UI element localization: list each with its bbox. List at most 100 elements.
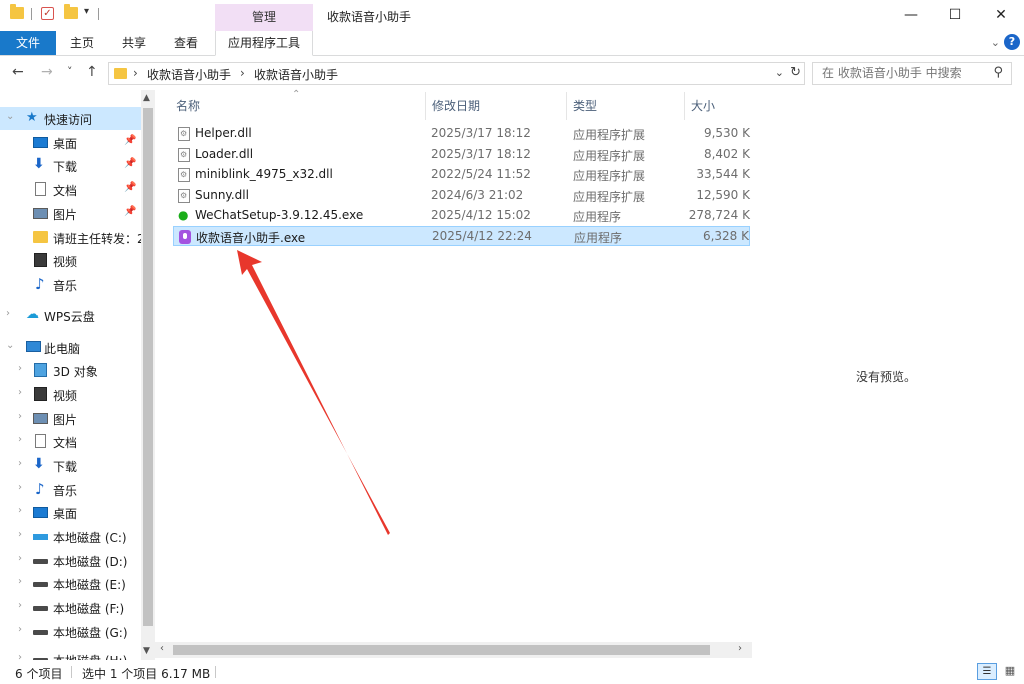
sidebar-item-drive-f[interactable]: › 本地磁盘 (F:) — [0, 596, 141, 619]
chevron-right-icon[interactable]: › — [18, 529, 22, 540]
file-row[interactable]: Sunny.dll 2024/6/3 21:02 应用程序扩展 12,590 K — [173, 186, 750, 206]
sidebar-item-drive-h[interactable]: › 本地磁盘 (H:) — [0, 648, 141, 660]
status-bar: 6 个项目 选中 1 个项目 6.17 MB ☰ ▦ — [0, 660, 1024, 684]
close-button[interactable]: ✕ — [978, 0, 1024, 31]
sidebar-item-drive-d[interactable]: › 本地磁盘 (D:) — [0, 549, 141, 572]
column-header-date[interactable]: 修改日期 — [432, 97, 480, 114]
chevron-down-icon[interactable]: ⌄ — [775, 66, 784, 79]
search-input[interactable] — [822, 66, 990, 80]
chevron-right-icon[interactable]: › — [18, 505, 22, 516]
download-icon: ⬇ — [33, 456, 45, 472]
sidebar-item-drive-g[interactable]: › 本地磁盘 (G:) — [0, 620, 141, 643]
chevron-right-icon[interactable]: › — [18, 652, 22, 660]
breadcrumb-segment[interactable]: 收款语音小助手 — [147, 66, 231, 83]
sidebar-item-drive-c[interactable]: › 本地磁盘 (C:) — [0, 525, 141, 548]
scrollbar-thumb[interactable] — [173, 645, 710, 655]
sidebar-item-pc-documents[interactable]: › 文档 — [0, 430, 141, 453]
chevron-right-icon[interactable]: › — [18, 482, 22, 493]
large-icons-view-icon[interactable]: ▦ — [1001, 663, 1019, 680]
column-divider[interactable] — [566, 92, 567, 120]
chevron-right-icon[interactable]: › — [738, 643, 742, 654]
sidebar-item-wps-cloud[interactable]: › ☁ WPS云盘 — [0, 304, 141, 327]
sidebar-item-downloads[interactable]: ⬇ 下载 📌 — [0, 154, 141, 177]
sidebar-item-3d-objects[interactable]: › 3D 对象 — [0, 359, 141, 382]
sidebar-item-this-pc[interactable]: ⌄ 此电脑 — [0, 336, 141, 359]
search-box[interactable]: ⚲ — [812, 62, 1012, 85]
chevron-right-icon[interactable]: › — [240, 66, 245, 80]
file-row[interactable]: miniblink_4975_x32.dll 2022/5/24 11:52 应… — [173, 165, 750, 185]
column-header-type[interactable]: 类型 — [573, 97, 597, 114]
chevron-right-icon[interactable]: › — [18, 576, 22, 587]
ribbon-tabs: 文件 主页 共享 查看 应用程序工具 ⌄ ? — [0, 31, 1024, 56]
sidebar-item-label: 音乐 — [53, 484, 78, 498]
chevron-right-icon[interactable]: › — [18, 363, 22, 374]
system-drive-icon — [33, 534, 48, 540]
column-header-size[interactable]: 大小 — [691, 97, 715, 114]
sidebar-item-pc-music[interactable]: › ♪ 音乐 — [0, 478, 141, 501]
sidebar-item-pc-desktop[interactable]: › 桌面 — [0, 501, 141, 524]
sidebar-item-music[interactable]: ♪ 音乐 — [0, 273, 141, 296]
sidebar-item-folder[interactable]: 请班主任转发：2 — [0, 226, 145, 249]
sidebar-item-pc-videos[interactable]: › 视频 — [0, 383, 141, 406]
recent-locations-button[interactable]: ˅ — [67, 65, 73, 78]
chevron-left-icon[interactable]: ‹ — [160, 643, 164, 654]
cube-icon — [34, 363, 47, 377]
tab-share[interactable]: 共享 — [116, 31, 152, 55]
forward-button[interactable]: → — [41, 64, 53, 80]
sidebar-item-label: 3D 对象 — [53, 365, 98, 379]
sidebar-item-documents[interactable]: 文档 📌 — [0, 178, 141, 201]
column-header-name[interactable]: 名称 — [176, 97, 200, 114]
column-divider[interactable] — [425, 92, 426, 120]
sidebar-scrollbar[interactable]: ▲ ▼ — [141, 90, 155, 660]
drive-icon — [33, 606, 48, 611]
sidebar-item-pc-pictures[interactable]: › 图片 — [0, 407, 141, 430]
file-row[interactable]: ● WeChatSetup-3.9.12.45.exe 2025/4/12 15… — [173, 206, 750, 226]
new-folder-icon[interactable] — [64, 4, 78, 19]
sidebar-item-pictures[interactable]: 图片 📌 — [0, 202, 141, 225]
column-divider[interactable] — [684, 92, 685, 120]
breadcrumb-segment[interactable]: 收款语音小助手 — [254, 66, 338, 83]
tab-file[interactable]: 文件 — [0, 31, 56, 55]
sidebar-item-label: 快速访问 — [44, 113, 93, 127]
chevron-down-icon[interactable]: ▼ — [143, 646, 150, 656]
properties-icon[interactable]: ✓ — [41, 7, 54, 20]
refresh-icon[interactable]: ↻ — [790, 65, 801, 80]
chevron-right-icon[interactable]: › — [133, 66, 138, 80]
back-button[interactable]: ← — [12, 64, 24, 80]
chevron-down-icon[interactable]: ⌄ — [991, 36, 1000, 49]
maximize-button[interactable]: ☐ — [932, 0, 978, 31]
manage-context-tab[interactable]: 管理 — [215, 4, 313, 31]
chevron-right-icon[interactable]: › — [18, 624, 22, 635]
sidebar-item-quick-access[interactable]: ⌄ ★ 快速访问 — [0, 107, 141, 130]
chevron-right-icon[interactable]: › — [18, 553, 22, 564]
file-row[interactable]: Loader.dll 2025/3/17 18:12 应用程序扩展 8,402 … — [173, 145, 750, 165]
customize-toolbar-icon[interactable]: ▾ — [84, 6, 89, 17]
help-icon[interactable]: ? — [1004, 34, 1020, 50]
tab-application-tools[interactable]: 应用程序工具 — [215, 31, 313, 56]
sidebar-item-desktop[interactable]: 桌面 📌 — [0, 131, 141, 154]
chevron-right-icon[interactable]: › — [18, 411, 22, 422]
chevron-right-icon[interactable]: › — [6, 308, 10, 319]
chevron-right-icon[interactable]: › — [18, 458, 22, 469]
chevron-right-icon[interactable]: › — [18, 434, 22, 445]
up-button[interactable]: ↑ — [86, 64, 98, 80]
horizontal-scrollbar[interactable]: ‹ › — [155, 642, 752, 658]
address-bar[interactable]: › 收款语音小助手 › 收款语音小助手 ⌄ ↻ — [108, 62, 805, 85]
details-view-icon[interactable]: ☰ — [977, 663, 997, 680]
file-type: 应用程序 — [573, 210, 622, 224]
sidebar-item-videos[interactable]: 视频 — [0, 249, 141, 272]
chevron-up-icon[interactable]: ▲ — [143, 93, 150, 103]
chevron-right-icon[interactable]: › — [18, 600, 22, 611]
file-row-selected[interactable]: 收款语音小助手.exe 2025/4/12 22:24 应用程序 6,328 K — [173, 226, 750, 246]
chevron-down-icon[interactable]: ⌄ — [6, 111, 14, 122]
sidebar-item-drive-e[interactable]: › 本地磁盘 (E:) — [0, 572, 141, 595]
minimize-button[interactable]: — — [888, 0, 934, 31]
tab-view[interactable]: 查看 — [168, 31, 204, 55]
search-icon[interactable]: ⚲ — [993, 65, 1003, 80]
tab-home[interactable]: 主页 — [64, 31, 100, 55]
sidebar-item-pc-downloads[interactable]: › ⬇ 下载 — [0, 454, 141, 477]
file-row[interactable]: Helper.dll 2025/3/17 18:12 应用程序扩展 9,530 … — [173, 124, 750, 144]
chevron-down-icon[interactable]: ⌄ — [6, 340, 14, 351]
chevron-right-icon[interactable]: › — [18, 387, 22, 398]
scrollbar-thumb[interactable] — [143, 108, 153, 626]
